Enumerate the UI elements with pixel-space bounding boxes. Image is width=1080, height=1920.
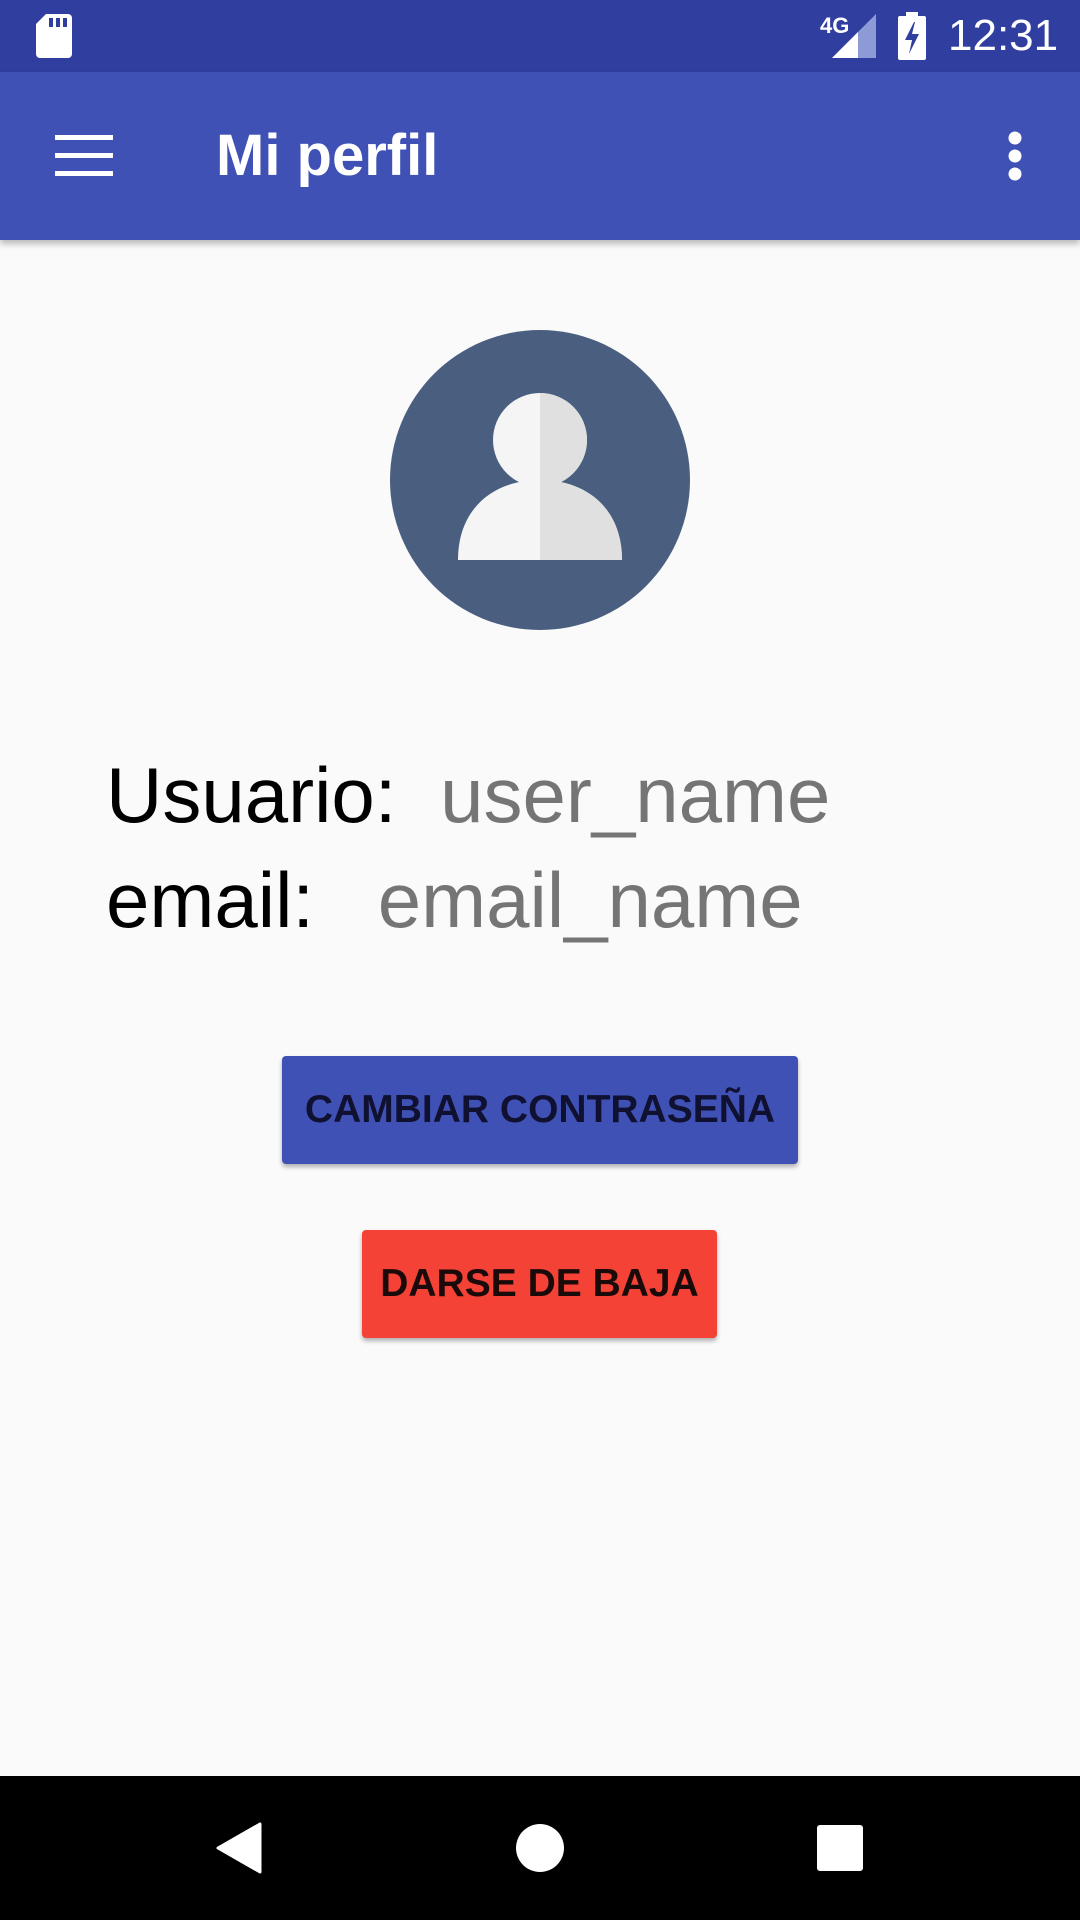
user-row: Usuario: user_name (106, 750, 830, 840)
clock: 12:31 (948, 11, 1059, 60)
menu-icon (55, 135, 113, 176)
user-label: Usuario: (106, 751, 397, 839)
page-title: Mi perfil (216, 123, 439, 188)
email-row: email: email_name (106, 855, 803, 945)
battery-charging-icon (898, 12, 926, 60)
signal-icon (832, 14, 876, 58)
home-button[interactable] (490, 1798, 590, 1898)
email-value: email_name (377, 856, 803, 944)
avatar (390, 330, 690, 630)
back-icon (216, 1822, 262, 1874)
home-icon (516, 1824, 564, 1872)
status-bar: 4G 12:31 (0, 0, 1080, 72)
app-bar: Mi perfil (0, 72, 1080, 240)
recents-icon (817, 1825, 863, 1871)
unsubscribe-button[interactable]: DARSE DE BAJA (362, 1230, 717, 1338)
email-label: email: (106, 856, 315, 944)
overflow-menu-button[interactable] (990, 117, 1040, 195)
change-password-button[interactable]: CAMBIAR CONTRASEÑA (282, 1056, 798, 1164)
sd-card-icon (36, 14, 72, 58)
menu-button[interactable] (40, 117, 128, 195)
user-value: user_name (440, 751, 831, 839)
more-vert-icon (1008, 131, 1022, 181)
recents-button[interactable] (790, 1798, 890, 1898)
navigation-bar (0, 1776, 1080, 1920)
back-button[interactable] (190, 1798, 290, 1898)
